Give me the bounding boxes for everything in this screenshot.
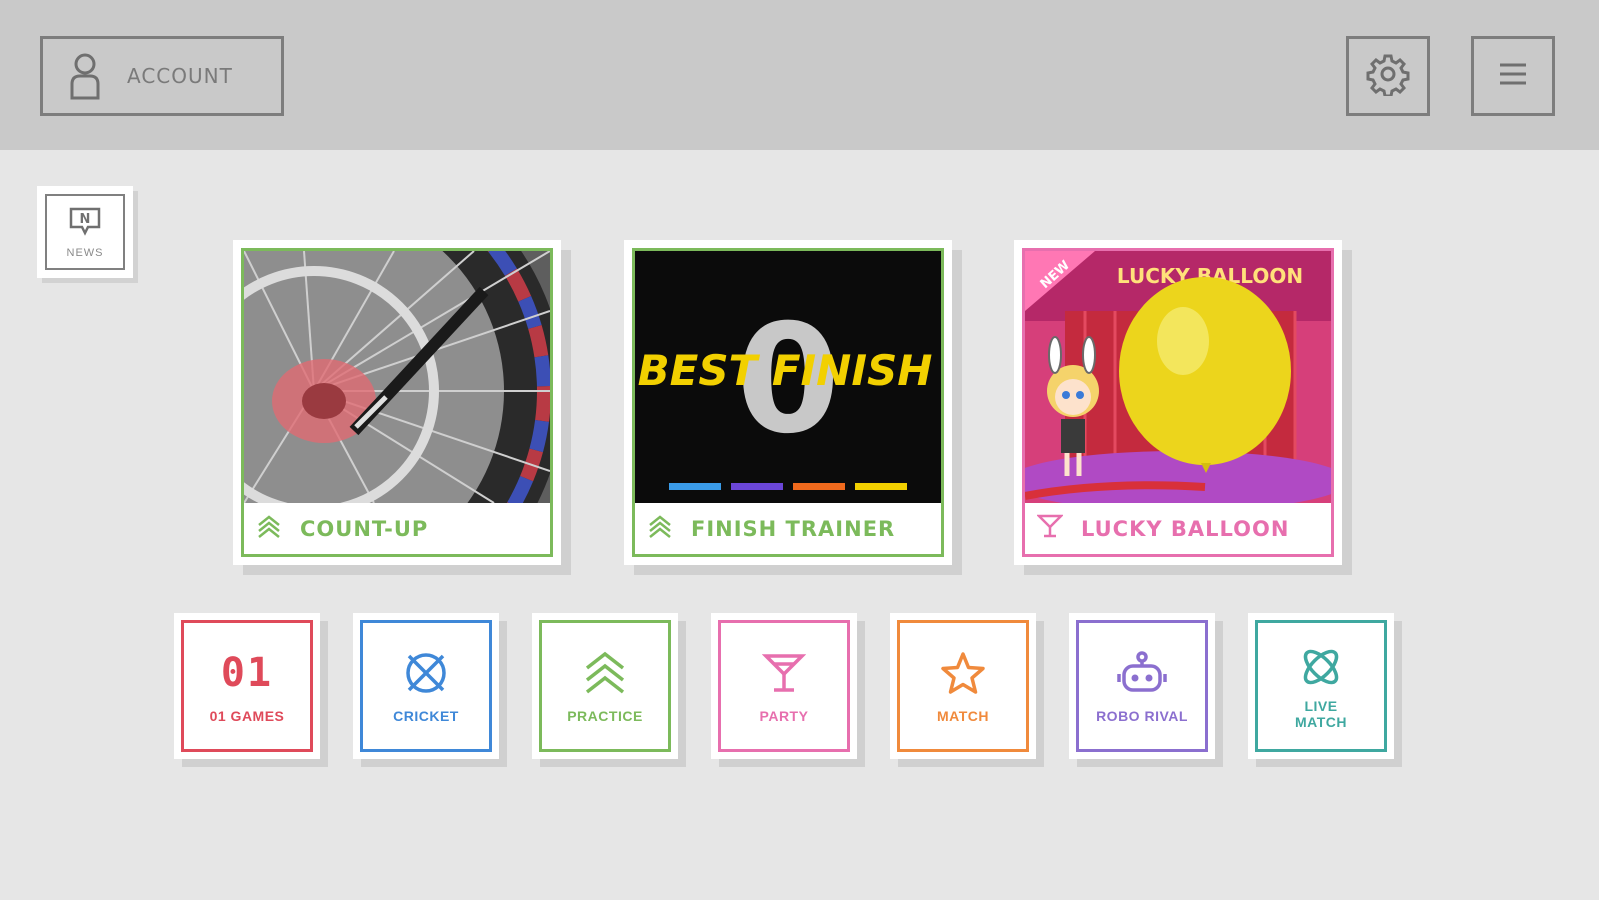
- news-button-frame: N NEWS: [45, 194, 125, 270]
- mode-tile-frame: MATCH: [897, 620, 1029, 752]
- cocktail-glass-icon: [762, 648, 806, 698]
- 01-glyph: 01: [220, 650, 274, 696]
- featured-card-finish-trainer[interactable]: 0 BEST FINISH FINISH TRAINER: [624, 240, 952, 565]
- featured-label-bar: COUNT-UP: [244, 503, 550, 554]
- featured-label: LUCKY BALLOON: [1081, 516, 1290, 541]
- mode-tile-frame: PARTY: [718, 620, 850, 752]
- live-match-icon: [1298, 642, 1344, 692]
- featured-label-bar: LUCKY BALLOON: [1025, 503, 1331, 554]
- mode-tile-cricket[interactable]: CRICKET: [353, 613, 499, 759]
- mode-tile-frame: LIVE MATCH: [1255, 620, 1387, 752]
- featured-label: FINISH TRAINER: [691, 516, 896, 541]
- featured-card-count-up[interactable]: COUNT-UP: [233, 240, 561, 565]
- featured-card-lucky-balloon[interactable]: NEW LUCKY BALLOON LUCKY BALLOON: [1014, 240, 1342, 565]
- person-icon: [65, 50, 105, 102]
- mode-label: LIVE MATCH: [1294, 698, 1347, 730]
- featured-label-bar: FINISH TRAINER: [635, 503, 941, 554]
- gear-icon: [1366, 52, 1410, 101]
- mode-tile-01-games[interactable]: 01 01 GAMES: [174, 613, 320, 759]
- top-bar: ACCOUNT: [0, 0, 1599, 150]
- mode-label: 01 GAMES: [209, 708, 285, 724]
- robot-icon: [1116, 648, 1168, 698]
- mode-tile-live-match[interactable]: LIVE MATCH: [1248, 613, 1394, 759]
- mode-tile-practice[interactable]: PRACTICE: [532, 613, 678, 759]
- star-icon: [940, 648, 986, 698]
- mode-label: MATCH: [936, 708, 989, 724]
- count-up-artwork: [244, 251, 550, 503]
- practice-chevrons-icon: [647, 513, 673, 544]
- account-button[interactable]: ACCOUNT: [40, 36, 284, 116]
- finish-trainer-art-title: BEST FINISH: [638, 346, 933, 395]
- mode-label: ROBO RIVAL: [1096, 708, 1188, 724]
- mode-label: PARTY: [759, 708, 809, 724]
- featured-card-frame: COUNT-UP: [241, 248, 553, 557]
- mode-tile-frame: PRACTICE: [539, 620, 671, 752]
- featured-label: COUNT-UP: [300, 516, 429, 541]
- featured-card-frame: 0 BEST FINISH FINISH TRAINER: [632, 248, 944, 557]
- mode-tile-frame: ROBO RIVAL: [1076, 620, 1208, 752]
- featured-card-frame: NEW LUCKY BALLOON LUCKY BALLOON: [1022, 248, 1334, 557]
- practice-chevrons-icon: [256, 513, 282, 544]
- settings-button[interactable]: [1346, 36, 1430, 116]
- menu-button[interactable]: [1471, 36, 1555, 116]
- mode-tile-match[interactable]: MATCH: [890, 613, 1036, 759]
- mode-tile-frame: 01 01 GAMES: [181, 620, 313, 752]
- lucky-balloon-artwork: NEW LUCKY BALLOON: [1025, 251, 1331, 503]
- news-bubble-icon: N: [68, 206, 102, 241]
- mode-tile-robo-rival[interactable]: ROBO RIVAL: [1069, 613, 1215, 759]
- mode-label: CRICKET: [393, 708, 459, 724]
- mode-label: PRACTICE: [567, 708, 643, 724]
- news-button[interactable]: N NEWS: [37, 186, 133, 278]
- practice-chevrons-icon: [583, 648, 627, 698]
- mode-tile-frame: CRICKET: [360, 620, 492, 752]
- finish-trainer-artwork: 0 BEST FINISH: [635, 251, 941, 503]
- news-icon-letter: N: [80, 212, 91, 227]
- cricket-target-icon: [403, 648, 449, 698]
- cocktail-glass-icon: [1035, 513, 1065, 544]
- news-label: NEWS: [66, 246, 104, 259]
- mode-tile-party[interactable]: PARTY: [711, 613, 857, 759]
- 01-icon: 01: [221, 648, 273, 698]
- account-label: ACCOUNT: [127, 64, 233, 88]
- hamburger-menu-icon: [1498, 61, 1528, 92]
